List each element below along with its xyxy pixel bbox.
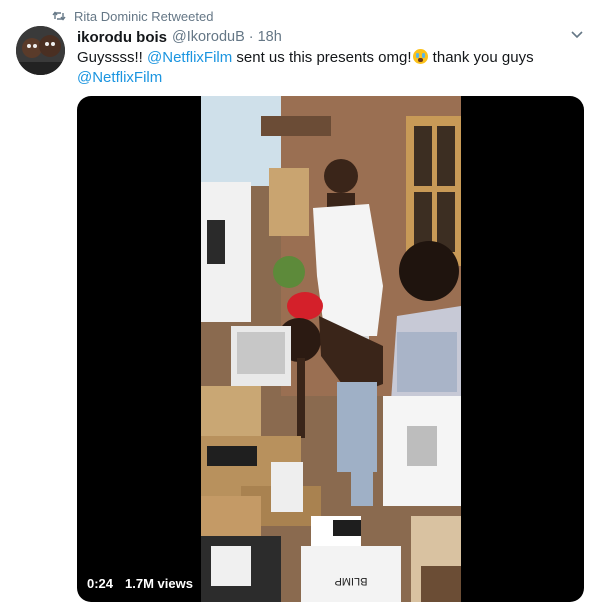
tweet-header: ikorodu bois @IkoroduB · 18h <box>77 27 282 47</box>
tweet-card[interactable]: Rita Dominic Retweeted ikorodu bois @Iko… <box>0 0 600 602</box>
tweet-text-part: sent us this presents omg! <box>232 49 412 66</box>
author-handle[interactable]: @IkoroduB <box>172 29 245 45</box>
video-view-count: 1.7M views <box>125 575 193 591</box>
video-scene: BLIMP <box>201 96 461 602</box>
mention-link[interactable]: @NetflixFilm <box>147 49 232 66</box>
blimp-box-label: BLIMP <box>334 575 367 587</box>
video-elapsed-time: 0:24 <box>87 575 114 591</box>
tweet-text-part: Guyssss!! <box>77 49 148 66</box>
retweet-icon <box>52 10 66 22</box>
chevron-down-icon[interactable] <box>570 30 584 40</box>
avatar[interactable] <box>16 26 65 75</box>
mention-link[interactable]: @NetflixFilm <box>77 69 162 86</box>
video-player[interactable]: BLIMP 0:24 1.7M views <box>77 96 584 602</box>
separator-dot: · <box>248 29 254 45</box>
crying-face-emoji-icon <box>412 49 428 64</box>
author-display-name[interactable]: ikorodu bois <box>77 29 167 46</box>
retweet-label[interactable]: Rita Dominic Retweeted <box>74 9 213 24</box>
tweet-timestamp[interactable]: 18h <box>258 29 282 45</box>
retweet-context[interactable]: Rita Dominic Retweeted <box>52 7 213 25</box>
video-frame: BLIMP <box>201 96 461 602</box>
tweet-text: Guyssss!! @NetflixFilm sent us this pres… <box>77 48 577 88</box>
video-stats: 0:24 1.7M views <box>87 574 193 592</box>
tweet-text-part: thank you guys <box>428 49 534 66</box>
